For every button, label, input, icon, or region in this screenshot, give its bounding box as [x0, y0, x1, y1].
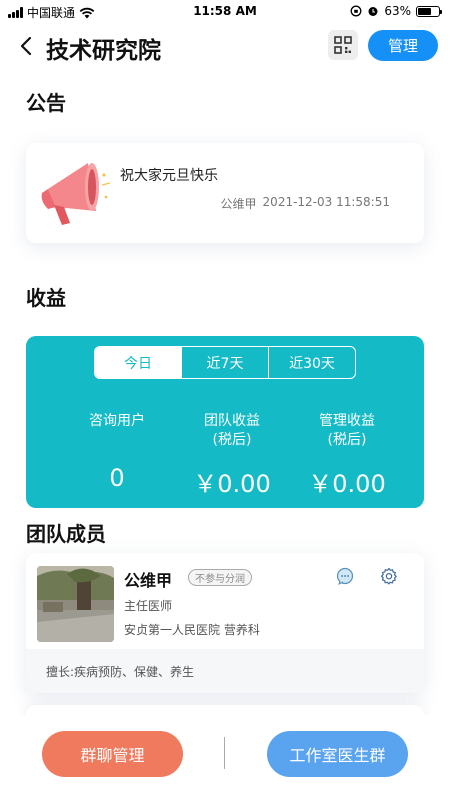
profit-share-badge: 不参与分润: [188, 569, 252, 586]
alarm-icon: [368, 7, 378, 16]
metric-label-line1: 管理收益: [319, 413, 375, 429]
metric-label-line1: 团队收益: [204, 413, 260, 429]
page-title: 技术研究院: [46, 38, 161, 64]
qr-code-button[interactable]: [328, 30, 358, 60]
metric-value: ￥0.00: [308, 470, 386, 498]
notice-section-title: 公告: [26, 91, 66, 115]
metric-label: 咨询用户: [62, 412, 172, 450]
manage-button[interactable]: 管理: [368, 30, 438, 61]
member-name: 公维甲: [124, 571, 173, 590]
period-tabs: 今日 近7天 近30天: [94, 346, 356, 379]
metric-consult-users: 咨询用户 0: [62, 412, 172, 499]
member-photo: [37, 566, 114, 642]
back-button[interactable]: [14, 32, 38, 60]
chat-icon[interactable]: [336, 567, 354, 585]
notice-card[interactable]: 祝大家元旦快乐 公维甲 2021-12-03 11:58:51: [26, 143, 424, 243]
metric-label: 团队收益 (税后): [177, 412, 287, 450]
revenue-section-title: 收益: [26, 286, 66, 310]
divider: [224, 737, 225, 769]
team-section-title: 团队成员: [26, 522, 106, 546]
metric-label: 管理收益 (税后): [292, 412, 402, 450]
qr-code-icon: [334, 36, 352, 54]
group-chat-manage-button[interactable]: 群聊管理: [42, 731, 183, 777]
member-hospital: 安贞第一人民医院 营养科: [124, 623, 260, 637]
gear-icon[interactable]: [380, 567, 398, 585]
notice-datetime: 2021-12-03 11:58:51: [262, 195, 390, 209]
notice-author: 公维甲: [220, 197, 257, 211]
metric-value: ￥0.00: [193, 470, 271, 498]
studio-doctor-group-button[interactable]: 工作室医生群: [267, 731, 408, 777]
tab-30-days[interactable]: 近30天: [268, 347, 355, 378]
member-specialty: 擅长:疾病预防、保健、养生: [26, 649, 424, 693]
notice-text: 祝大家元旦快乐: [120, 168, 218, 184]
battery-percent: 63%: [384, 4, 411, 18]
status-bar: 中国联通 11:58 AM 63%: [0, 0, 450, 24]
nav-bar: 技术研究院 管理: [0, 24, 450, 70]
member-title: 主任医师: [124, 599, 173, 613]
member-card[interactable]: 公维甲 不参与分润 主任医师 安贞第一人民医院 营养科 擅长:疾病预防、保健、养…: [26, 553, 424, 693]
metric-label-line2: (税后): [327, 432, 367, 448]
back-arrow-icon: [20, 36, 32, 56]
battery-fill: [418, 7, 431, 15]
metric-label-line1: 咨询用户: [89, 413, 145, 429]
battery-icon: [416, 5, 442, 17]
revenue-metrics: 咨询用户 0 团队收益 (税后) ￥0.00 管理收益 (税后) ￥0.00: [62, 412, 402, 499]
bottom-bar: 群聊管理 工作室医生群: [0, 715, 450, 800]
revenue-card: 今日 近7天 近30天 咨询用户 0 团队收益 (税后) ￥0.00 管理收益 (税…: [26, 336, 424, 508]
metric-value: 0: [109, 464, 125, 492]
metric-manage-revenue: 管理收益 (税后) ￥0.00: [292, 412, 402, 499]
megaphone-icon: [41, 163, 111, 225]
tab-7-days[interactable]: 近7天: [181, 347, 268, 378]
notice-meta: 公维甲 2021-12-03 11:58:51: [221, 195, 390, 212]
status-right: 63%: [350, 4, 442, 18]
orientation-lock-icon: [350, 5, 362, 17]
metric-label-line2: (税后): [212, 432, 252, 448]
tab-today[interactable]: 今日: [95, 347, 181, 378]
metric-team-revenue: 团队收益 (税后) ￥0.00: [177, 412, 287, 499]
